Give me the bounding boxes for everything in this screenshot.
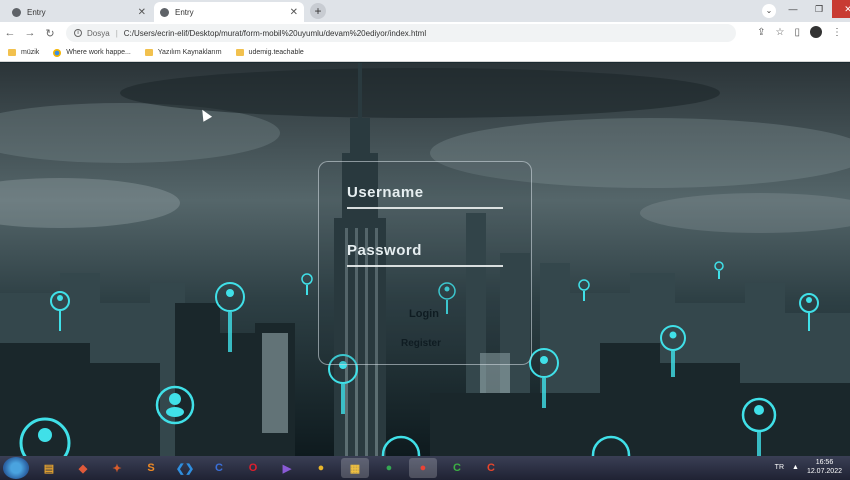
- clock[interactable]: 16:56 12.07.2022: [807, 458, 842, 476]
- sublime-text-icon[interactable]: S: [137, 458, 165, 478]
- username-field[interactable]: Username: [347, 184, 503, 209]
- reload-icon[interactable]: ↻: [40, 27, 60, 40]
- clock-time: 16:56: [815, 459, 834, 466]
- app-2-icon[interactable]: ◆: [69, 458, 97, 478]
- bookmark-udemig[interactable]: udemig.teachable: [235, 49, 304, 56]
- vscode-icon[interactable]: ❮❯: [171, 458, 199, 478]
- window-controls: — ❐ ✕: [780, 0, 850, 18]
- visual-studio-icon[interactable]: ▶: [273, 458, 301, 478]
- forward-icon[interactable]: →: [20, 27, 40, 39]
- os-taskbar: ▤ ◆ ✦ S ❮❯ C O ▶ ● ▦ ● ● C C TR ▲ 16:56 12.07.2022: [0, 456, 850, 480]
- browser-toolbar: ← → ↻ i Dosya | C:/Users/ecrin-elif/Desk…: [0, 22, 850, 44]
- maximize-icon[interactable]: ❐: [806, 0, 832, 18]
- close-window-icon[interactable]: ✕: [832, 0, 850, 18]
- login-form: Username Password Login Register: [318, 161, 532, 365]
- register-button[interactable]: Register: [401, 338, 441, 349]
- minimize-icon[interactable]: —: [780, 0, 806, 18]
- password-field[interactable]: Password: [347, 242, 503, 267]
- app-c-icon[interactable]: C: [205, 458, 233, 478]
- bookmark-muzik[interactable]: müzik: [8, 49, 39, 56]
- close-tab-icon[interactable]: ✕: [138, 7, 146, 18]
- tab-entry-2[interactable]: Entry ✕: [154, 2, 304, 22]
- chrome-3-icon[interactable]: ●: [409, 458, 437, 478]
- username-label: Username: [347, 184, 424, 201]
- system-tray: TR ▲ 16:56 12.07.2022: [775, 458, 842, 476]
- app-3-icon[interactable]: ✦: [103, 458, 131, 478]
- chrome-2-icon[interactable]: ●: [375, 458, 403, 478]
- folder-icon: [235, 49, 244, 56]
- chrome-1-icon[interactable]: ●: [307, 458, 335, 478]
- tab-strip: Entry ✕ Entry ✕ + ⌄ — ❐ ✕: [0, 0, 850, 22]
- address-separator: |: [115, 28, 118, 38]
- opera-icon[interactable]: O: [239, 458, 267, 478]
- address-protocol: Dosya: [87, 28, 110, 38]
- tab-title: Entry: [175, 7, 194, 17]
- bookmark-label: udemig.teachable: [248, 49, 304, 56]
- bookmark-label: Where work happe...: [66, 49, 131, 56]
- tab-search-icon[interactable]: ⌄: [762, 4, 776, 18]
- camtasia-red-icon[interactable]: C: [477, 458, 505, 478]
- menu-icon[interactable]: ⋮: [832, 27, 842, 38]
- new-tab-button[interactable]: +: [310, 3, 326, 19]
- page-viewport: Username Password Login Register: [0, 63, 850, 456]
- globe-icon: [12, 7, 21, 17]
- language-indicator[interactable]: TR: [775, 464, 784, 471]
- bookmarks-bar: müzik Where work happe... Yazılım Kaynak…: [0, 44, 850, 62]
- info-icon[interactable]: i: [74, 29, 82, 37]
- bookmark-label: müzik: [21, 49, 40, 56]
- side-panel-icon[interactable]: ▯: [794, 27, 800, 38]
- share-icon[interactable]: ⇪: [757, 27, 765, 38]
- explorer-app-icon[interactable]: ▤: [35, 458, 63, 478]
- camtasia-green-icon[interactable]: C: [443, 458, 471, 478]
- globe-icon: [160, 7, 169, 17]
- bookmark-star-icon[interactable]: ☆: [776, 27, 785, 38]
- folder-icon: [8, 49, 16, 56]
- back-icon[interactable]: ←: [0, 27, 20, 39]
- app-icon: [53, 48, 62, 57]
- tab-title: Entry: [27, 7, 46, 17]
- password-label: Password: [347, 242, 422, 259]
- taskbar-apps: ▤ ◆ ✦ S ❮❯ C O ▶ ● ▦ ● ● C C: [29, 458, 505, 478]
- bookmark-yazilim[interactable]: Yazılım Kaynaklarım: [144, 49, 222, 56]
- folder-icon: [144, 49, 153, 56]
- profile-avatar[interactable]: [810, 26, 822, 38]
- address-url: C:/Users/ecrin-elif/Desktop/murat/form-m…: [123, 28, 427, 38]
- close-tab-icon[interactable]: ✕: [290, 7, 298, 18]
- tab-entry-1[interactable]: Entry ✕: [6, 2, 152, 22]
- toolbar-actions: ⇪ ☆ ▯ ⋮: [757, 26, 842, 38]
- bookmark-where-work[interactable]: Where work happe...: [53, 48, 131, 57]
- file-explorer-icon[interactable]: ▦: [341, 458, 369, 478]
- login-button[interactable]: Login: [409, 308, 439, 320]
- tray-arrow-icon[interactable]: ▲: [792, 464, 799, 471]
- bookmark-label: Yazılım Kaynaklarım: [157, 49, 222, 56]
- start-button[interactable]: [3, 457, 29, 479]
- address-bar[interactable]: i Dosya | C:/Users/ecrin-elif/Desktop/mu…: [66, 24, 736, 42]
- clock-date: 12.07.2022: [806, 468, 842, 475]
